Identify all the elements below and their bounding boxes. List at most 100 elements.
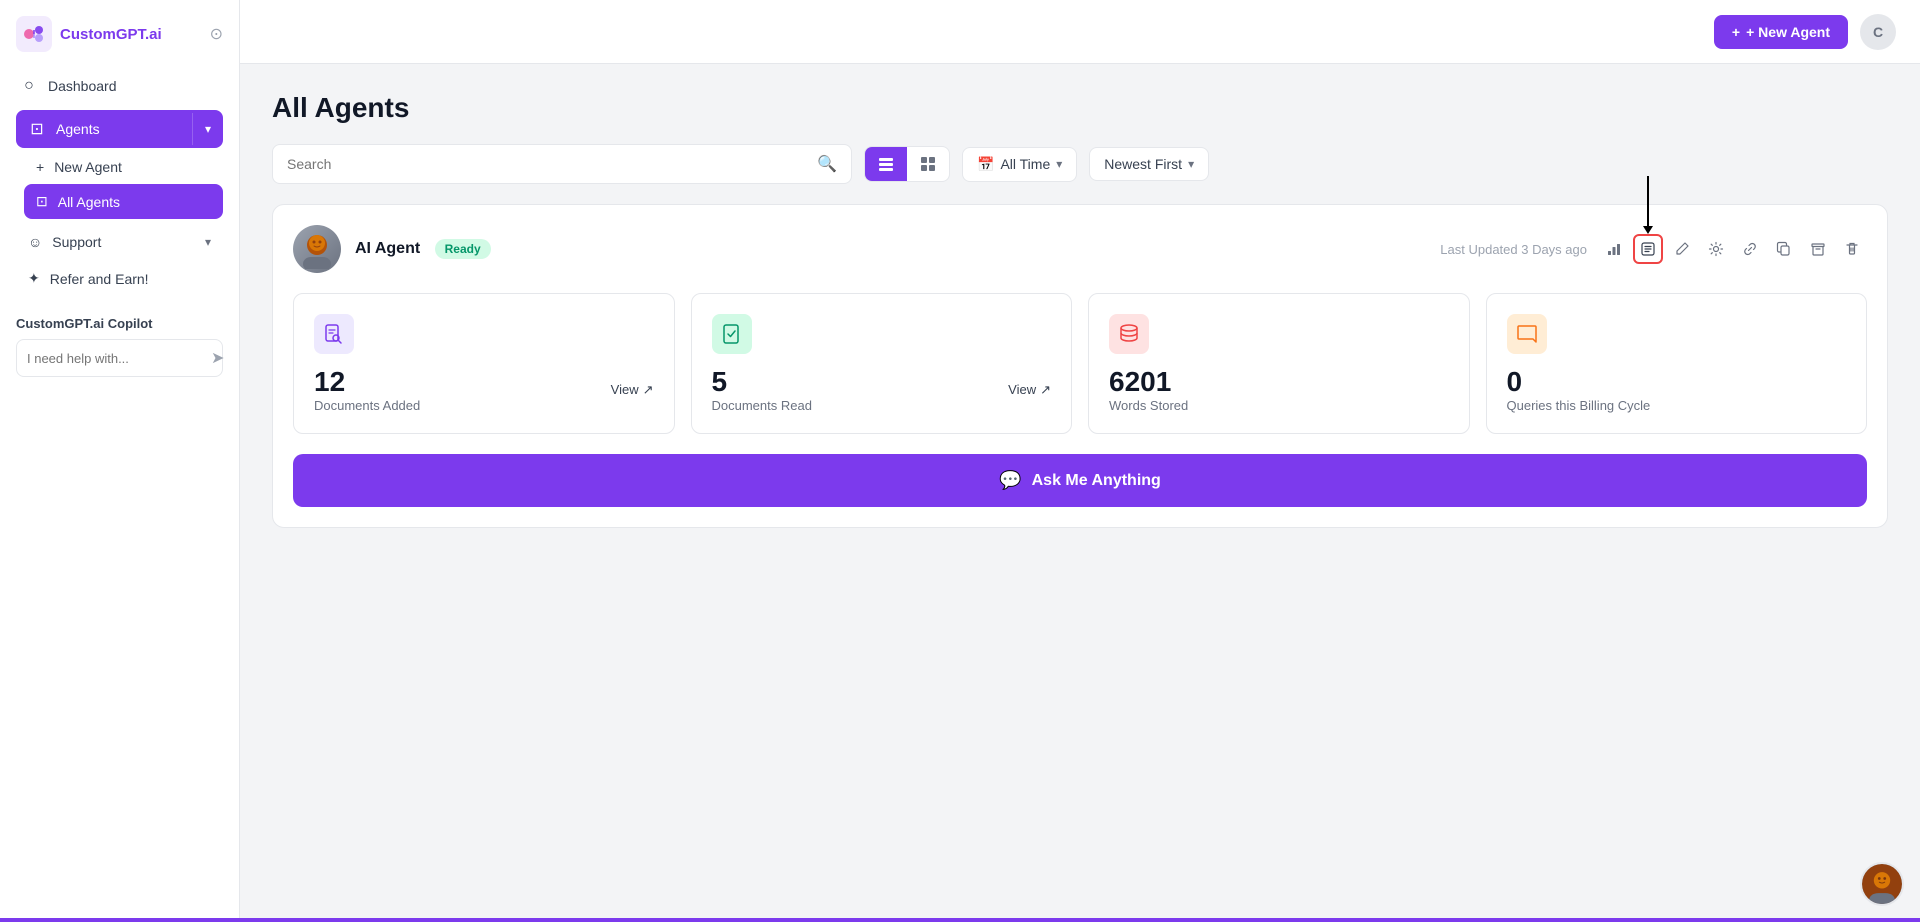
new-agent-plus-icon: + [1732, 24, 1740, 40]
sidebar: CustomGPT.ai ⊙ ○ Dashboard ⊡ Agents ▾ + … [0, 0, 240, 922]
external-link-icon: ↗ [643, 382, 654, 398]
refer-icon: ✦ [28, 270, 40, 287]
sidebar-item-agents[interactable]: ⊡ Agents [16, 110, 192, 148]
view-toggle [864, 146, 950, 182]
new-agent-label: New Agent [54, 159, 122, 175]
words-label: Words Stored [1109, 398, 1449, 413]
sidebar-logo: CustomGPT.ai ⊙ [0, 16, 239, 68]
last-updated-text: Last Updated 3 Days ago [1440, 242, 1587, 257]
support-label: Support [52, 234, 101, 250]
queries-label: Queries this Billing Cycle [1507, 398, 1847, 413]
copilot-section: CustomGPT.ai Copilot ➤ [0, 316, 239, 377]
support-left: ☺ Support [28, 234, 101, 250]
docs-read-number: 5 [712, 366, 812, 398]
sidebar-item-all-agents[interactable]: ⊡ All Agents [24, 184, 223, 219]
analytics-icon[interactable] [1599, 234, 1629, 264]
archive-icon[interactable] [1803, 234, 1833, 264]
duplicate-icon [1776, 241, 1792, 257]
docs-added-view-link[interactable]: View ↗ [611, 382, 654, 398]
calendar-icon: 📅 [977, 156, 994, 173]
box-icon [1810, 241, 1826, 257]
grid-icon [919, 155, 937, 173]
gear-icon [1708, 241, 1724, 257]
sidebar-nav: ○ Dashboard ⊡ Agents ▾ + New Agent ⊡ All… [0, 68, 239, 296]
words-icon [1109, 314, 1149, 354]
settings-icon[interactable] [1701, 234, 1731, 264]
ask-label: Ask Me Anything [1032, 472, 1161, 490]
share-link-icon[interactable] [1735, 234, 1765, 264]
sidebar-item-dashboard[interactable]: ○ Dashboard [8, 68, 231, 104]
edit-link-icon[interactable] [1667, 234, 1697, 264]
sort-filter-chevron-icon: ▾ [1188, 157, 1194, 171]
link-icon [1742, 241, 1758, 257]
new-agent-button[interactable]: + + New Agent [1714, 15, 1848, 49]
user-avatar[interactable]: C [1860, 14, 1896, 50]
sidebar-item-support[interactable]: ☺ Support ▾ [8, 225, 231, 259]
chat-icon: 💬 [999, 470, 1021, 491]
arrow-line [1647, 176, 1649, 226]
list-icon [877, 155, 895, 173]
search-box: 🔍 [272, 144, 852, 184]
dashboard-label: Dashboard [48, 78, 117, 94]
search-input[interactable] [287, 156, 809, 172]
copilot-send-icon[interactable]: ➤ [211, 348, 224, 368]
pencil-icon [1674, 241, 1690, 257]
copy-icon[interactable] [1769, 234, 1799, 264]
stats-grid: 12 Documents Added View ↗ [293, 293, 1867, 434]
docs-read-label: Documents Read [712, 398, 812, 413]
agent-name-area: AI Agent Ready [355, 240, 491, 258]
copilot-input-wrap: ➤ [16, 339, 223, 377]
agents-label: Agents [56, 121, 100, 137]
time-filter-chevron-icon: ▾ [1056, 157, 1062, 171]
stat-card-queries: 0 Queries this Billing Cycle [1486, 293, 1868, 434]
agent-name: AI Agent [355, 240, 420, 257]
docs-read-view-link[interactable]: View ↗ [1008, 382, 1051, 398]
document-search-icon [322, 322, 346, 346]
stat-card-docs-read: 5 Documents Read View ↗ [691, 293, 1073, 434]
logo-text: CustomGPT.ai [60, 26, 162, 43]
new-agent-btn-label: + New Agent [1746, 24, 1830, 40]
delete-icon[interactable] [1837, 234, 1867, 264]
bottom-avatar-image [1862, 862, 1902, 906]
words-number: 6201 [1109, 366, 1449, 398]
time-filter-button[interactable]: 📅 All Time ▾ [962, 147, 1077, 182]
sidebar-item-new-agent[interactable]: + New Agent [24, 150, 223, 184]
bottom-bar [0, 918, 1920, 922]
refer-label: Refer and Earn! [50, 271, 149, 287]
chat-bubble-icon [1515, 322, 1539, 346]
page-title: All Agents [272, 92, 1888, 124]
database-icon [1117, 322, 1141, 346]
docs-read-icon [712, 314, 752, 354]
avatar-image [297, 229, 337, 269]
docs-added-icon [314, 314, 354, 354]
copilot-input[interactable] [27, 351, 203, 366]
agent-actions: Last Updated 3 Days ago [1440, 234, 1867, 264]
words-text: 6201 Words Stored [1109, 366, 1449, 413]
queries-text: 0 Queries this Billing Cycle [1507, 366, 1847, 413]
main-area: + + New Agent C All Agents 🔍 [240, 0, 1920, 922]
arrow-head [1643, 226, 1653, 234]
queries-number: 0 [1507, 366, 1847, 398]
clock-icon[interactable]: ⊙ [210, 24, 223, 44]
sort-filter-label: Newest First [1104, 156, 1182, 172]
sidebar-item-refer[interactable]: ✦ Refer and Earn! [8, 261, 231, 296]
stat-card-docs-added: 12 Documents Added View ↗ [293, 293, 675, 434]
trash-icon [1844, 241, 1860, 257]
docs-added-number: 12 [314, 366, 420, 398]
list-view-button[interactable] [865, 147, 907, 181]
avatar-letter: C [1873, 24, 1883, 40]
grid-view-button[interactable] [907, 147, 949, 181]
dashboard-icon: ○ [20, 77, 38, 95]
agents-icon: ⊡ [28, 119, 46, 139]
logo-icon [16, 16, 52, 52]
agents-chevron-icon[interactable]: ▾ [192, 113, 223, 145]
all-agents-icon: ⊡ [36, 193, 48, 210]
agents-group: ⊡ Agents ▾ + New Agent ⊡ All Agents [16, 110, 223, 219]
docs-added-bottom: 12 Documents Added View ↗ [314, 366, 654, 413]
support-icon: ☺ [28, 234, 42, 250]
ask-me-anything-bar[interactable]: 💬 Ask Me Anything [293, 454, 1867, 507]
documents-icon[interactable] [1633, 234, 1663, 264]
sort-filter-button[interactable]: Newest First ▾ [1089, 147, 1209, 181]
bottom-right-avatar[interactable] [1860, 862, 1904, 906]
agent-card: AI Agent Ready Last Updated 3 Days ago [272, 204, 1888, 528]
